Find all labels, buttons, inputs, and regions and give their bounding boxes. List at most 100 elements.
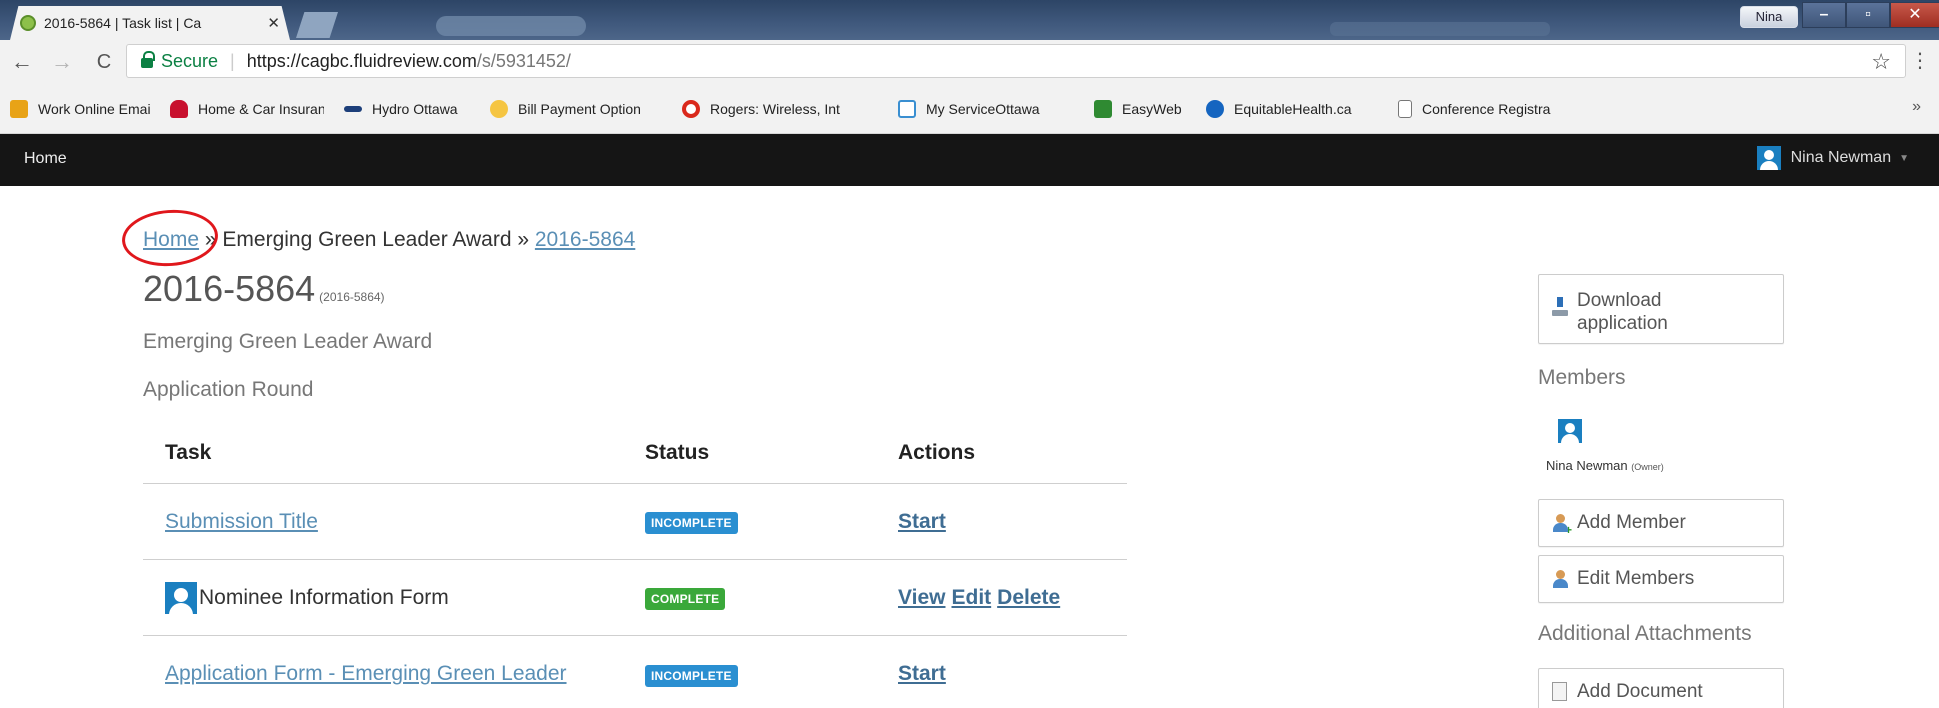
status-badge: INCOMPLETE — [645, 512, 738, 534]
task-link[interactable]: Submission Title — [165, 510, 318, 533]
avatar-icon — [1756, 146, 1781, 170]
bookmark-label: Bill Payment Option — [518, 100, 641, 117]
members-heading: Members — [1538, 366, 1626, 389]
bookmark-item[interactable]: Bill Payment Option — [490, 99, 662, 118]
table-row: Nominee Information Form COMPLETE View Ed… — [143, 560, 1127, 636]
bookmark-item[interactable]: My ServiceOttawa — [898, 99, 1074, 118]
bookmark-item[interactable]: Home & Car Insuran — [170, 99, 324, 118]
bookmark-label: EasyWeb — [1122, 100, 1182, 117]
award-name: Emerging Green Leader Award — [143, 330, 433, 353]
member-name: Nina Newman (Owner) — [1546, 458, 1664, 473]
task-name: Nominee Information Form — [199, 585, 449, 609]
browser-tab[interactable]: 2016-5864 | Task list | Ca ✕ — [10, 6, 290, 40]
car-icon — [170, 99, 188, 118]
rogers-icon — [682, 99, 700, 118]
hydro-icon — [344, 105, 362, 112]
site-navbar: Home Nina Newman ▼ — [0, 134, 1939, 186]
page-title-text: 2016-5864 — [143, 268, 316, 309]
bookmark-item[interactable]: EquitableHealth.ca — [1206, 99, 1378, 118]
bookmark-item[interactable]: EasyWeb — [1094, 99, 1186, 118]
task-cell: Application Form - Emerging Green Leader — [143, 662, 645, 686]
start-link[interactable]: Start — [898, 662, 946, 685]
bookmark-star-icon[interactable]: ☆ — [1871, 49, 1891, 75]
edit-members-label: Edit Members — [1577, 568, 1695, 589]
bookmark-item[interactable]: Rogers: Wireless, Int — [682, 99, 878, 118]
status-cell: INCOMPLETE — [645, 509, 898, 534]
edit-link[interactable]: Edit — [951, 586, 991, 609]
download-application-button[interactable]: Download application — [1538, 274, 1784, 344]
add-member-label: Add Member — [1577, 512, 1686, 533]
bookmark-label: Conference Registra — [1422, 100, 1551, 117]
add-member-button[interactable]: + Add Member — [1538, 499, 1784, 547]
bookmarks-overflow-icon[interactable]: » — [1912, 98, 1921, 116]
forward-arrow-icon[interactable]: → — [48, 49, 76, 75]
avatar-icon — [165, 581, 197, 614]
td-icon — [1094, 99, 1112, 118]
chevron-down-icon: ▼ — [1899, 152, 1909, 164]
browser-toolbar: ← → C Secure | https://cagbc.fluidreview… — [0, 40, 1939, 84]
table-row: Submission Title INCOMPLETE Start — [143, 484, 1127, 560]
reload-icon[interactable]: C — [90, 51, 118, 74]
round-name: Application Round — [143, 378, 314, 401]
task-cell: Nominee Information Form — [143, 581, 645, 614]
member-avatar-icon — [1558, 419, 1582, 443]
serviceottawa-icon — [898, 99, 916, 118]
download-label-line1: Download — [1577, 290, 1662, 311]
lock-icon — [141, 51, 155, 68]
bookmark-label: Rogers: Wireless, Int — [710, 100, 840, 117]
bookmark-item[interactable]: Conference Registra — [1398, 99, 1584, 118]
edit-members-button[interactable]: Edit Members — [1538, 555, 1784, 603]
address-bar[interactable]: Secure | https://cagbc.fluidreview.com /… — [126, 44, 1906, 78]
equitable-icon — [1206, 99, 1224, 118]
back-arrow-icon[interactable]: ← — [8, 49, 36, 75]
attachments-heading: Additional Attachments — [1538, 622, 1752, 645]
bookmark-label: EquitableHealth.ca — [1234, 100, 1352, 117]
task-table: Task Status Actions Submission Title INC… — [143, 422, 1127, 708]
add-user-icon: + — [1551, 513, 1572, 536]
address-separator: | — [230, 50, 235, 71]
view-link[interactable]: View — [898, 586, 945, 609]
bookmark-label: Hydro Ottawa — [372, 100, 458, 117]
profile-button[interactable]: Nina — [1740, 6, 1798, 28]
member-name-text: Nina Newman — [1546, 458, 1628, 473]
download-label: Download application — [1577, 289, 1668, 335]
new-tab-button[interactable] — [296, 12, 338, 38]
url-host: https://cagbc.fluidreview.com — [246, 50, 477, 71]
add-document-button[interactable]: Add Document — [1538, 668, 1784, 708]
maximize-button[interactable]: ▫ — [1846, 2, 1890, 28]
download-icon — [1551, 297, 1569, 317]
page-icon — [1398, 99, 1412, 118]
tab-title: 2016-5864 | Task list | Ca — [44, 15, 202, 31]
bookmark-item[interactable]: Hydro Ottawa — [344, 101, 470, 117]
task-cell: Submission Title — [143, 510, 645, 534]
status-cell: COMPLETE — [645, 585, 898, 610]
header-status: Status — [645, 440, 710, 464]
add-document-icon — [1551, 681, 1569, 703]
task-link[interactable]: Application Form - Emerging Green Leader — [165, 662, 567, 685]
minimize-button[interactable]: – — [1802, 2, 1846, 28]
page-title: 2016-5864 (2016-5864) — [143, 268, 385, 310]
actions-cell: Start — [898, 662, 1127, 686]
user-menu[interactable]: Nina Newman ▼ — [1756, 146, 1909, 170]
actions-cell: View Edit Delete — [898, 586, 1127, 610]
background-blur — [1330, 22, 1550, 36]
window-close-button[interactable]: ✕ — [1890, 2, 1939, 28]
site-favicon-icon — [20, 15, 36, 31]
breadcrumb-current-link[interactable]: 2016-5864 — [535, 228, 635, 251]
start-link[interactable]: Start — [898, 510, 946, 533]
bookmark-item[interactable]: Work Online Email — [10, 99, 150, 118]
status-badge: COMPLETE — [645, 588, 726, 610]
table-header: Task Status Actions — [143, 422, 1127, 484]
download-label-line2: application — [1577, 313, 1668, 334]
member-role: (Owner) — [1631, 462, 1664, 472]
url-path: /s/5931452/ — [476, 50, 571, 71]
actions-cell: Start — [898, 510, 1127, 534]
edit-users-icon — [1551, 569, 1571, 589]
bookmark-label: Work Online Email — [38, 100, 150, 117]
status-badge: INCOMPLETE — [645, 664, 738, 687]
bookmark-label: Home & Car Insuran — [198, 100, 324, 117]
tab-close-icon[interactable]: ✕ — [267, 14, 280, 32]
nav-home-link[interactable]: Home — [24, 150, 67, 168]
delete-link[interactable]: Delete — [997, 586, 1060, 609]
browser-menu-icon[interactable]: ⋮ — [1910, 48, 1930, 73]
